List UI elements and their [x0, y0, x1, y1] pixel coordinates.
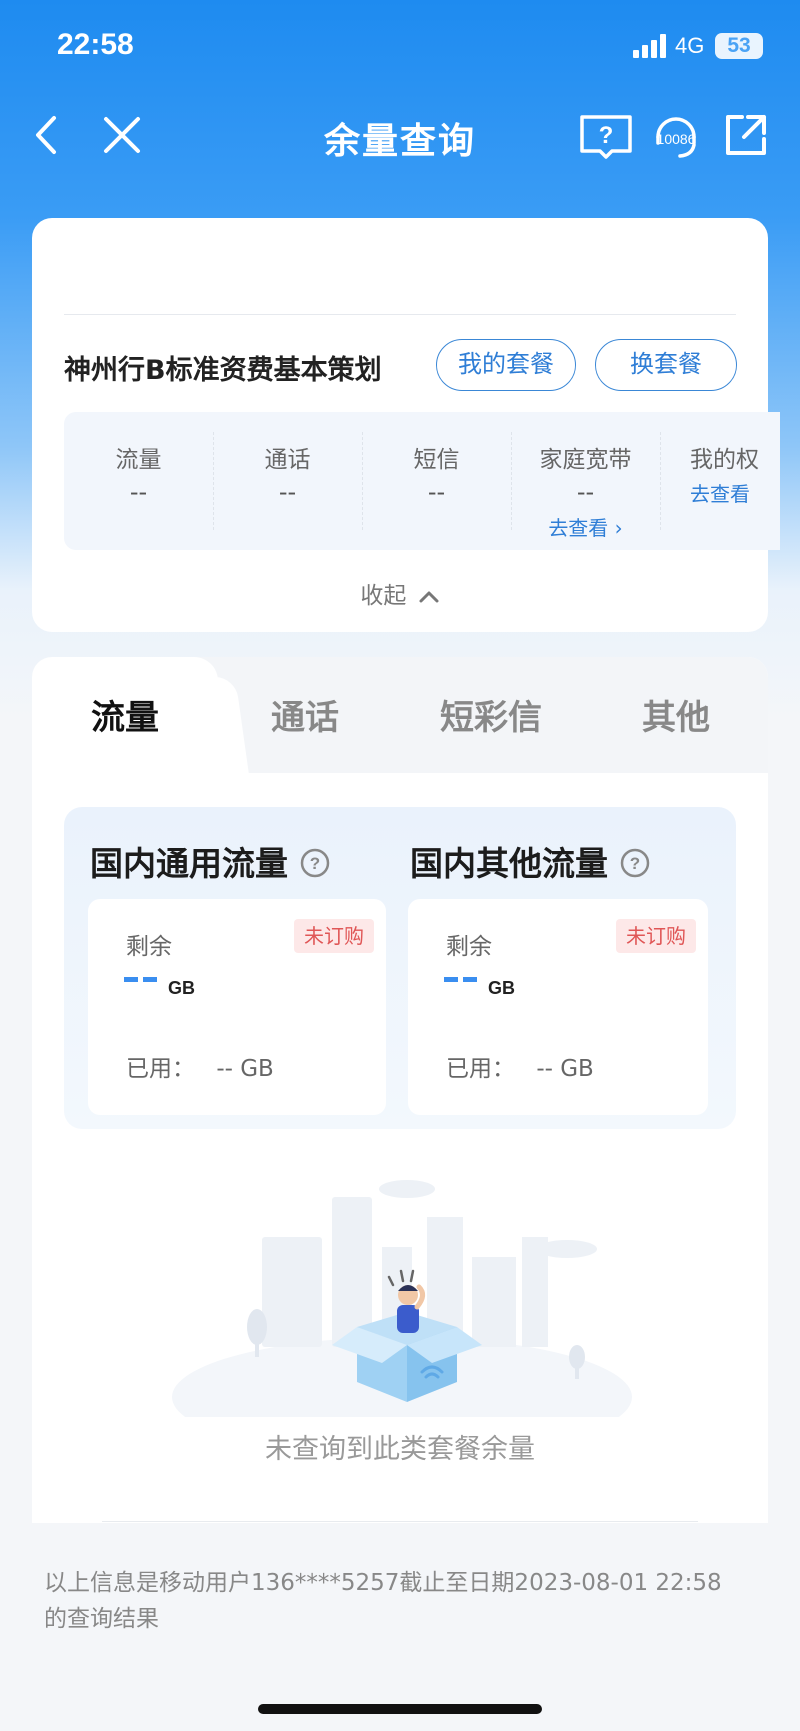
remain-value: GB: [444, 969, 515, 1009]
flow-title: 国内通用流量?: [90, 837, 330, 885]
stat-label: 家庭宽带: [539, 447, 632, 473]
status-badge: 未订购: [616, 919, 696, 953]
flow-card: 剩余 未订购 GB 已用： -- GB: [408, 899, 708, 1115]
home-indicator[interactable]: [258, 1704, 542, 1714]
collapse-button[interactable]: 收起: [32, 576, 768, 610]
tab-sms-mms[interactable]: 短彩信: [398, 657, 584, 773]
used-label: 已用：: [126, 1056, 195, 1082]
package-card: 神州行B标准资费基本策划 我的套餐 换套餐 流量 -- 通话 -- 短信 -- …: [32, 218, 780, 632]
used-label: 已用：: [446, 1056, 515, 1082]
remain-label: 剩余: [446, 934, 492, 960]
stat-label: 流量: [115, 447, 162, 473]
remain-label: 剩余: [126, 934, 172, 960]
nav-bar: 余量查询 ? 10086: [0, 95, 800, 175]
empty-box-illustration: [172, 1180, 632, 1417]
help-book-icon[interactable]: ?: [578, 109, 634, 161]
tab-data[interactable]: 流量: [32, 657, 218, 773]
collapse-label: 收起: [360, 583, 407, 609]
used-amount: 已用： -- GB: [126, 1049, 274, 1083]
my-plan-button[interactable]: 我的套餐: [436, 339, 576, 391]
svg-text:?: ?: [310, 854, 320, 873]
domestic-general-flow: 国内通用流量? 剩余 未订购 GB 已用： -- GB: [64, 807, 400, 1129]
tab-calls[interactable]: 通话: [212, 657, 398, 773]
remain-unit: GB: [168, 978, 195, 998]
usage-tabs-card: 流量 通话 短彩信 其他 国内通用流量? 剩余 未订购 GB 已用： -- GB: [32, 657, 768, 1523]
flow-title-text: 国内通用流量: [90, 844, 288, 883]
divider: [64, 314, 736, 315]
change-plan-button[interactable]: 换套餐: [595, 339, 737, 391]
stat-value: --: [427, 478, 446, 506]
battery-icon: 53: [715, 33, 763, 59]
network-type: 4G: [675, 33, 705, 58]
tab-other[interactable]: 其他: [584, 657, 768, 773]
signal-icon: [633, 34, 667, 58]
status-bar: 22:58 4G 53: [0, 0, 800, 95]
query-info-note: 以上信息是移动用户136****5257截止至日期2023-08-01 22:5…: [44, 1570, 722, 1632]
status-time: 22:58: [57, 28, 134, 61]
flow-title-text: 国内其他流量: [410, 844, 608, 883]
svg-text:?: ?: [599, 122, 614, 149]
stat-data: 流量 --: [64, 412, 213, 550]
help-icon[interactable]: ?: [300, 848, 330, 878]
stats-summary: 流量 -- 通话 -- 短信 -- 家庭宽带 -- 去查看 › 我的权 去查看: [64, 412, 780, 550]
domestic-other-flow: 国内其他流量? 剩余 未订购 GB 已用： -- GB: [384, 807, 736, 1129]
used-value: -- GB: [536, 1056, 594, 1082]
stat-value: --: [129, 478, 148, 506]
stat-label: 我的权: [690, 447, 759, 473]
empty-state-text: 未查询到此类套餐余量: [265, 1434, 535, 1465]
stat-value: --: [278, 478, 297, 506]
flow-title: 国内其他流量?: [410, 837, 650, 885]
flow-card: 剩余 未订购 GB 已用： -- GB: [88, 899, 386, 1115]
view-benefits-link[interactable]: 去查看: [690, 478, 780, 507]
stat-my-benefits: 我的权 去查看: [660, 412, 780, 550]
share-icon[interactable]: [720, 109, 772, 161]
chevron-up-icon: [419, 591, 439, 602]
view-broadband-link[interactable]: 去查看 ›: [511, 512, 660, 541]
svg-text:?: ?: [630, 854, 640, 873]
package-name: 神州行B标准资费基本策划: [64, 355, 382, 386]
stat-broadband: 家庭宽带 -- 去查看 ›: [511, 412, 660, 550]
service-number: 10086: [657, 131, 696, 147]
stat-value: --: [576, 478, 595, 506]
stat-label: 通话: [264, 447, 311, 473]
flow-panel: 国内通用流量? 剩余 未订购 GB 已用： -- GB 国内其他流量? 剩余 未…: [64, 807, 736, 1129]
remain-value: GB: [124, 969, 195, 1009]
help-icon[interactable]: ?: [620, 848, 650, 878]
remain-unit: GB: [488, 978, 515, 998]
customer-service-icon[interactable]: 10086: [648, 109, 704, 161]
divider: [102, 1521, 698, 1522]
used-amount: 已用： -- GB: [446, 1049, 594, 1083]
stat-calls: 通话 --: [213, 412, 362, 550]
stat-label: 短信: [413, 447, 460, 473]
used-value: -- GB: [216, 1056, 274, 1082]
status-badge: 未订购: [294, 919, 374, 953]
stat-sms: 短信 --: [362, 412, 511, 550]
